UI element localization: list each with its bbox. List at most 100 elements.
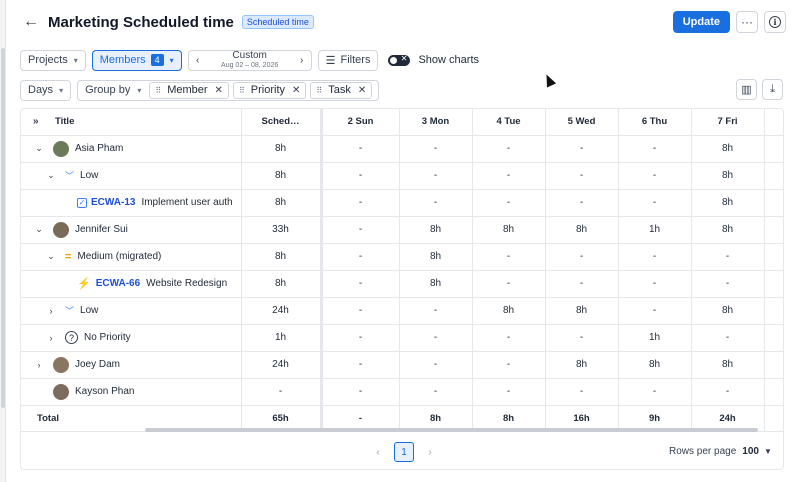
column-header-day[interactable]: 2 Sun [321,109,400,136]
scheduled-total-cell: 8h [241,243,323,271]
overflow-cell [764,189,783,217]
chevron-down-icon[interactable]: ⌄ [45,251,57,262]
projects-dropdown[interactable]: Projects ▾ [20,49,86,71]
title-cell[interactable]: ⌄ Asia Pham [21,135,242,163]
group-chip-priority[interactable]: ⠿ Priority ✕ [232,81,307,99]
chevron-right-icon[interactable]: › [33,360,45,370]
day-hours-cell: - [691,270,765,298]
title-cell[interactable]: › Joey Dam [21,351,242,379]
task-key-link[interactable]: ECWA-13 [91,197,135,208]
update-button[interactable]: Update [672,11,730,33]
title-cell[interactable]: ⚡ ECWA-66 Website Redesign [21,270,242,298]
ellipsis-icon[interactable]: ··· [736,11,758,33]
overflow-cell [764,216,783,244]
table-row[interactable]: ⚡ ECWA-66 Website Redesign 8h -8h - - - - [21,270,783,298]
title-cell[interactable]: › ﹀ Low [21,297,242,325]
lightning-icon: ⚡ [77,278,91,290]
table-row[interactable]: ✓ ECWA-13 Implement user auth 8h - - - - -8h [21,189,783,217]
day-hours-cell: - [545,189,619,217]
members-count-badge: 4 [150,54,164,66]
show-charts-toggle[interactable]: ✕ [388,54,411,66]
title-cell[interactable]: Kayson Phan [21,378,242,406]
table-row[interactable]: › ﹀ Low 24h - -8h 8h -8h [21,297,783,325]
columns-icon[interactable]: ▥ [736,79,757,100]
filters-button[interactable]: ☰ Filters [317,49,379,71]
column-header-day[interactable]: 7 Fri [691,109,765,136]
table-row[interactable]: ⌄ = Medium (migrated) 8h -8h - - - - [21,243,783,271]
date-range-label: Custom [232,50,267,61]
task-key-link[interactable]: ECWA-66 [96,278,140,289]
download-icon[interactable]: ⤓ [762,79,783,100]
close-icon[interactable]: ✕ [215,85,223,96]
chevron-left-icon[interactable]: ‹ [370,447,386,458]
expand-all-icon[interactable]: » [33,116,39,127]
horizontal-scrollbar-thumb[interactable] [145,428,758,432]
chevron-down-icon: ▾ [137,85,142,95]
info-button[interactable]: i [764,11,786,33]
title-cell[interactable]: ✓ ECWA-13 Implement user auth [21,189,242,217]
drag-handle-icon[interactable]: ⠿ [316,86,322,95]
page-number-button[interactable]: 1 [394,442,414,462]
chevron-right-icon[interactable]: › [422,447,438,458]
table-row[interactable]: ⌄ Jennifer Sui 33h -8h 8h 8h 1h 8h [21,216,783,244]
priority-low-icon: ﹀ [65,171,75,181]
chevron-left-icon[interactable]: ‹ [189,55,207,66]
scheduled-total-cell: 8h [241,270,323,298]
chevron-down-icon: ▾ [169,55,174,65]
projects-label: Projects [28,54,68,66]
caret-down-icon[interactable]: ▼ [764,447,772,456]
chevron-down-icon[interactable]: ⌄ [45,170,57,181]
days-dropdown[interactable]: Days ▾ [20,79,72,101]
row-title-label: Website Redesign [146,278,228,289]
chevron-down-icon[interactable]: ⌄ [33,224,45,235]
task-checkbox-icon: ✓ [77,197,87,208]
table-row[interactable]: › Joey Dam 24h - - -8h 8h 8h [21,351,783,379]
chevron-right-icon[interactable]: › [45,333,57,343]
column-header-day[interactable]: 4 Tue [472,109,546,136]
title-cell[interactable]: ⌄ Jennifer Sui [21,216,242,244]
chevron-right-icon[interactable]: › [45,306,57,316]
info-icon: i [769,16,781,28]
day-hours-cell: 8h [472,297,546,325]
table-row[interactable]: ›? No Priority 1h - - - -1h - [21,324,783,352]
title-cell[interactable]: ⌄ = Medium (migrated) [21,243,242,271]
priority-low-icon: ﹀ [65,306,75,316]
horizontal-scrollbar[interactable] [20,427,784,433]
table-row[interactable]: ⌄ ﹀ Low 8h - - - - -8h [21,162,783,190]
column-header-day[interactable]: 5 Wed [545,109,619,136]
column-header-title[interactable]: » Title [21,109,242,136]
date-range-picker[interactable]: ‹ Custom Aug 02 – 08, 2026 › [187,49,312,71]
row-title-label: Joey Dam [75,359,121,370]
column-header-scheduled[interactable]: Sched… [241,109,323,136]
rows-per-page-select[interactable]: 100 [742,446,759,457]
table-row[interactable]: Kayson Phan - - - - - - - [21,378,783,406]
group-chip-member[interactable]: ⠿ Member ✕ [149,81,229,99]
column-header-day[interactable]: 6 Thu [618,109,692,136]
chevron-right-icon[interactable]: › [293,55,311,66]
date-range-display[interactable]: Custom Aug 02 – 08, 2026 [207,50,293,70]
table-row[interactable]: ⌄ Asia Pham 8h - - - - -8h [21,135,783,163]
members-dropdown[interactable]: Members 4 ▾ [91,49,182,71]
group-by-control[interactable]: Group by ▾ ⠿ Member ✕ ⠿ Priority ✕ ⠿ Tas… [77,79,380,101]
title-cell[interactable]: ⌄ ﹀ Low [21,162,242,190]
drag-handle-icon[interactable]: ⠿ [239,86,245,95]
chevron-down-icon[interactable]: ⌄ [33,143,45,154]
day-hours-cell: - [691,378,765,406]
group-chip-label: Member [167,84,208,96]
drag-handle-icon[interactable]: ⠿ [155,86,161,95]
overflow-cell [764,270,783,298]
avatar [53,383,69,400]
page-scrollbar-thumb[interactable] [1,48,5,408]
row-title-label: Medium (migrated) [77,251,162,262]
column-header-day[interactable]: 3 Mon [399,109,473,136]
page-scrollbar[interactable] [0,0,6,482]
close-icon[interactable]: ✕ [292,85,300,96]
close-icon[interactable]: ✕ [358,85,366,96]
group-chip-label: Priority [250,84,286,96]
group-chip-task[interactable]: ⠿ Task ✕ [310,81,373,99]
day-hours-cell: - [472,270,546,298]
title-cell[interactable]: ›? No Priority [21,324,242,352]
scheduled-total-cell: 24h [241,297,323,325]
day-hours-cell: - [618,297,692,325]
arrow-left-icon[interactable]: ← [20,11,42,33]
